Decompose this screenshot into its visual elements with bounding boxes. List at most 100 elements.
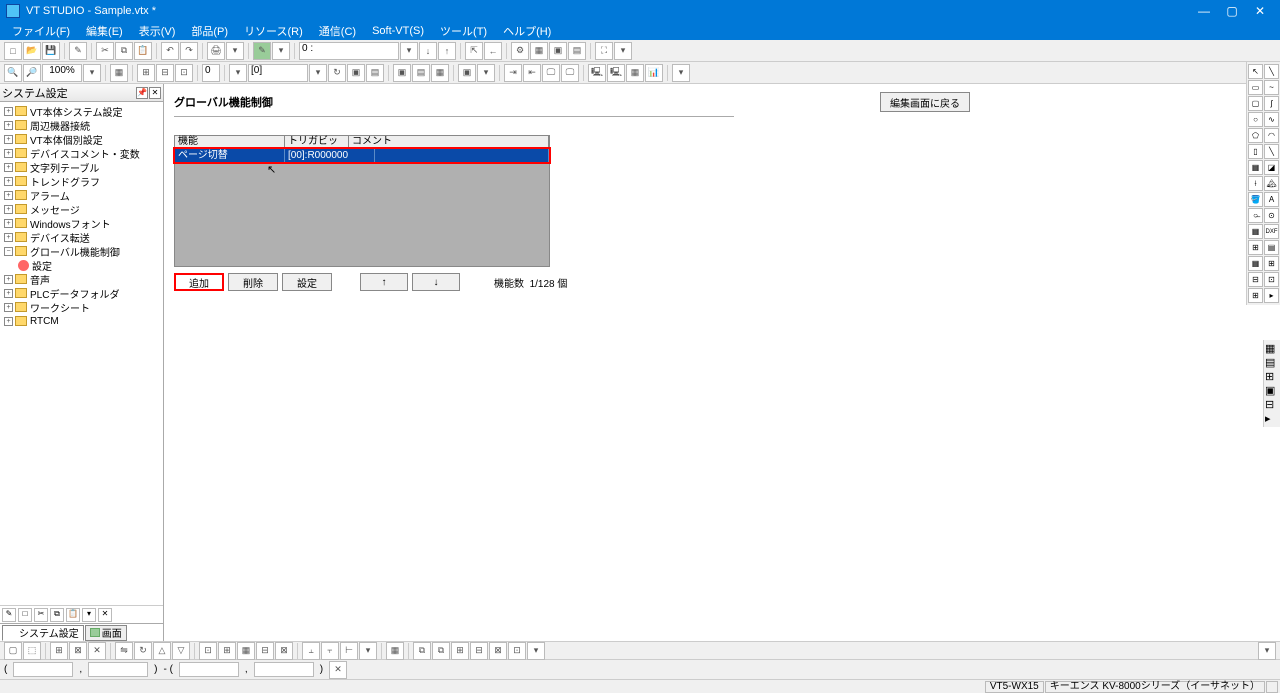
- layer-icon[interactable]: ⧉: [432, 642, 450, 660]
- tree-item[interactable]: +デバイス転送: [0, 230, 163, 244]
- dropdown-icon[interactable]: ▾: [226, 42, 244, 60]
- dropdown-icon[interactable]: ▾: [309, 64, 327, 82]
- nav-down-icon[interactable]: ↓: [419, 42, 437, 60]
- edit-icon[interactable]: ✎: [69, 42, 87, 60]
- save-icon[interactable]: 💾: [42, 42, 60, 60]
- tool-icon[interactable]: ▣: [1265, 384, 1279, 397]
- tool-icon[interactable]: ▤: [1265, 356, 1279, 369]
- screen-icon[interactable]: 🖵: [561, 64, 579, 82]
- table-icon[interactable]: ▦: [1248, 160, 1263, 175]
- tool-icon[interactable]: ⬚: [23, 642, 41, 660]
- open-icon[interactable]: 📂: [23, 42, 41, 60]
- copy-icon[interactable]: ⧉: [50, 608, 64, 622]
- line-icon[interactable]: ╲: [1264, 64, 1279, 79]
- tool-icon[interactable]: ▦: [431, 64, 449, 82]
- tool-icon[interactable]: ▦: [1248, 256, 1263, 271]
- tree-item-global[interactable]: −グローバル機能制御: [0, 244, 163, 258]
- fullscreen-icon[interactable]: ⛶: [595, 42, 613, 60]
- screen-icon[interactable]: 🖵: [542, 64, 560, 82]
- tree-item[interactable]: +Windowsフォント: [0, 216, 163, 230]
- grid-icon[interactable]: ▦: [110, 64, 128, 82]
- layer-icon[interactable]: ⧉: [413, 642, 431, 660]
- menu-edit[interactable]: 編集(E): [78, 21, 131, 41]
- arc-icon[interactable]: ◠: [1264, 128, 1279, 143]
- align-icon[interactable]: ⫟: [321, 642, 339, 660]
- tree-item[interactable]: +音声: [0, 272, 163, 286]
- delete-icon[interactable]: ✕: [98, 608, 112, 622]
- move-up-button[interactable]: ↑: [360, 273, 408, 291]
- tree-item[interactable]: +PLCデータフォルダ: [0, 286, 163, 300]
- rect-icon[interactable]: ▭: [1248, 80, 1263, 95]
- move-down-button[interactable]: ↓: [412, 273, 460, 291]
- tool-icon[interactable]: ▣: [458, 64, 476, 82]
- transfer-icon[interactable]: ⇤: [523, 64, 541, 82]
- layer-icon[interactable]: ⊞: [451, 642, 469, 660]
- expand-icon[interactable]: ▸: [1265, 412, 1279, 425]
- coord-x[interactable]: [13, 662, 73, 677]
- tool-icon[interactable]: ⊞: [50, 642, 68, 660]
- new-icon[interactable]: □: [4, 42, 22, 60]
- tool-icon[interactable]: ⊞: [1265, 370, 1279, 383]
- tool-icon[interactable]: △: [153, 642, 171, 660]
- tool-icon[interactable]: ⊠: [69, 642, 87, 660]
- coord-y[interactable]: [88, 662, 148, 677]
- tool-icon[interactable]: ⊙: [1264, 208, 1279, 223]
- tool-icon[interactable]: ⊟: [1265, 398, 1279, 411]
- tool-icon[interactable]: ⊞: [1264, 256, 1279, 271]
- zoom-field[interactable]: 100%: [42, 64, 82, 82]
- tool-icon[interactable]: ▤: [568, 42, 586, 60]
- table-body[interactable]: ページ切替 [00]:R000000 ↖: [174, 149, 550, 267]
- dropdown-icon[interactable]: ▾: [672, 64, 690, 82]
- tree-item[interactable]: +アラーム: [0, 188, 163, 202]
- tab-system[interactable]: システム設定: [2, 625, 84, 641]
- tree-item[interactable]: +メッセージ: [0, 202, 163, 216]
- undo-icon[interactable]: ↶: [161, 42, 179, 60]
- menu-file[interactable]: ファイル(F): [4, 21, 78, 41]
- menu-softvt[interactable]: Soft-VT(S): [364, 23, 432, 39]
- tool-icon[interactable]: ⊡: [199, 642, 217, 660]
- cut-icon[interactable]: ✂: [96, 42, 114, 60]
- circle-icon[interactable]: ○: [1248, 112, 1263, 127]
- menu-comm[interactable]: 通信(C): [311, 21, 364, 41]
- tool-icon[interactable]: ▦: [530, 42, 548, 60]
- tool-icon[interactable]: ▤: [412, 64, 430, 82]
- lock-icon[interactable]: ✕: [329, 661, 347, 679]
- tool-icon[interactable]: ▤: [1264, 240, 1279, 255]
- page-combo[interactable]: 0 :: [299, 42, 399, 60]
- dropdown-icon[interactable]: ▾: [400, 42, 418, 60]
- tool-icon[interactable]: ⊟: [256, 642, 274, 660]
- tool-icon[interactable]: ⊟: [1248, 272, 1263, 287]
- scale-icon[interactable]: ⟊: [1248, 176, 1263, 191]
- layout-icon[interactable]: ⊟: [156, 64, 174, 82]
- close-button[interactable]: ✕: [1246, 0, 1274, 22]
- tool-icon[interactable]: ▤: [366, 64, 384, 82]
- tool-icon[interactable]: ▽: [172, 642, 190, 660]
- tool-icon[interactable]: ▦: [1265, 342, 1279, 355]
- tree-item[interactable]: +デバイスコメント・変数: [0, 146, 163, 160]
- layer-icon[interactable]: ⊟: [470, 642, 488, 660]
- tool-icon[interactable]: ▾: [82, 608, 96, 622]
- dropdown-icon[interactable]: ▾: [272, 42, 290, 60]
- layer-icon[interactable]: ⊠: [489, 642, 507, 660]
- tree-item[interactable]: +VT本体システム設定: [0, 104, 163, 118]
- tree-item-settei[interactable]: 設定: [0, 258, 163, 272]
- table-row[interactable]: ページ切替 [00]:R000000: [175, 149, 549, 162]
- close-panel-icon[interactable]: ✕: [149, 87, 161, 99]
- tree-item[interactable]: +ワークシート: [0, 300, 163, 314]
- polygon-icon[interactable]: ⬠: [1248, 128, 1263, 143]
- round-rect-icon[interactable]: ▢: [1248, 96, 1263, 111]
- align-icon[interactable]: ⊢: [340, 642, 358, 660]
- text-icon[interactable]: A: [1264, 192, 1279, 207]
- dropdown-icon[interactable]: ▾: [359, 642, 377, 660]
- dropdown-icon[interactable]: ▾: [83, 64, 101, 82]
- polyline-icon[interactable]: ∿: [1264, 112, 1279, 127]
- tool-icon[interactable]: ⊠: [275, 642, 293, 660]
- tool-icon[interactable]: ⊡: [1264, 272, 1279, 287]
- image-icon[interactable]: 🏔: [1264, 176, 1279, 191]
- layer-icon[interactable]: ⊡: [508, 642, 526, 660]
- delete-button[interactable]: 削除: [228, 273, 278, 291]
- tree-item[interactable]: +VT本体個別設定: [0, 132, 163, 146]
- dropdown-icon[interactable]: ▾: [229, 64, 247, 82]
- tool-icon[interactable]: ○̶: [1248, 208, 1263, 223]
- menu-help[interactable]: ヘルプ(H): [495, 21, 559, 41]
